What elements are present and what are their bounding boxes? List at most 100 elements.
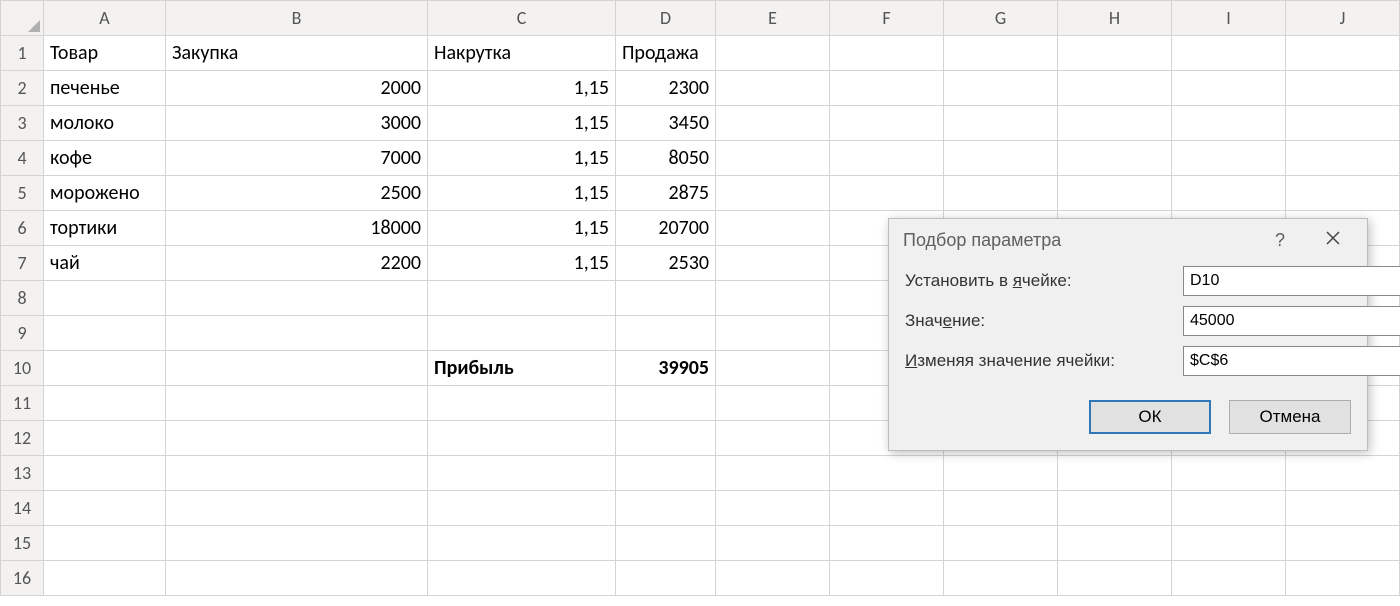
cell-E14[interactable] bbox=[716, 491, 830, 526]
row-header-12[interactable]: 12 bbox=[1, 421, 44, 456]
cell-H1[interactable] bbox=[1058, 36, 1172, 71]
cell-B1[interactable]: Закупка bbox=[166, 36, 428, 71]
cell-B7[interactable]: 2200 bbox=[166, 246, 428, 281]
cell-E12[interactable] bbox=[716, 421, 830, 456]
ok-button[interactable]: ОК bbox=[1089, 400, 1211, 434]
cell-D14[interactable] bbox=[616, 491, 716, 526]
cell-E6[interactable] bbox=[716, 211, 830, 246]
cell-B11[interactable] bbox=[166, 386, 428, 421]
help-icon[interactable]: ? bbox=[1267, 230, 1293, 251]
cell-B14[interactable] bbox=[166, 491, 428, 526]
cell-E7[interactable] bbox=[716, 246, 830, 281]
select-all-corner[interactable] bbox=[1, 1, 44, 36]
row-header-5[interactable]: 5 bbox=[1, 176, 44, 211]
cell-F2[interactable] bbox=[830, 71, 944, 106]
cell-E9[interactable] bbox=[716, 316, 830, 351]
cell-G5[interactable] bbox=[944, 176, 1058, 211]
cell-C16[interactable] bbox=[428, 561, 616, 596]
cell-C3[interactable]: 1,15 bbox=[428, 106, 616, 141]
cell-C15[interactable] bbox=[428, 526, 616, 561]
col-header-A[interactable]: A bbox=[44, 1, 166, 36]
cell-D12[interactable] bbox=[616, 421, 716, 456]
row-header-16[interactable]: 16 bbox=[1, 561, 44, 596]
cell-C14[interactable] bbox=[428, 491, 616, 526]
cell-A12[interactable] bbox=[44, 421, 166, 456]
cell-D3[interactable]: 3450 bbox=[616, 106, 716, 141]
col-header-B[interactable]: B bbox=[166, 1, 428, 36]
cell-G2[interactable] bbox=[944, 71, 1058, 106]
cell-A15[interactable] bbox=[44, 526, 166, 561]
cell-B15[interactable] bbox=[166, 526, 428, 561]
row-header-1[interactable]: 1 bbox=[1, 36, 44, 71]
cell-C5[interactable]: 1,15 bbox=[428, 176, 616, 211]
row-header-4[interactable]: 4 bbox=[1, 141, 44, 176]
cell-I13[interactable] bbox=[1172, 456, 1286, 491]
cell-C7[interactable]: 1,15 bbox=[428, 246, 616, 281]
row-header-15[interactable]: 15 bbox=[1, 526, 44, 561]
cell-F14[interactable] bbox=[830, 491, 944, 526]
cell-J3[interactable] bbox=[1286, 106, 1400, 141]
cell-C4[interactable]: 1,15 bbox=[428, 141, 616, 176]
cell-A8[interactable] bbox=[44, 281, 166, 316]
cell-C9[interactable] bbox=[428, 316, 616, 351]
cell-E16[interactable] bbox=[716, 561, 830, 596]
cell-J16[interactable] bbox=[1286, 561, 1400, 596]
changing-cell-input[interactable] bbox=[1183, 346, 1400, 376]
col-header-I[interactable]: I bbox=[1172, 1, 1286, 36]
cell-E11[interactable] bbox=[716, 386, 830, 421]
cell-B9[interactable] bbox=[166, 316, 428, 351]
row-header-8[interactable]: 8 bbox=[1, 281, 44, 316]
cell-D9[interactable] bbox=[616, 316, 716, 351]
cell-G3[interactable] bbox=[944, 106, 1058, 141]
cell-E2[interactable] bbox=[716, 71, 830, 106]
cell-B5[interactable]: 2500 bbox=[166, 176, 428, 211]
cell-D8[interactable] bbox=[616, 281, 716, 316]
cell-F15[interactable] bbox=[830, 526, 944, 561]
cell-I14[interactable] bbox=[1172, 491, 1286, 526]
cell-C2[interactable]: 1,15 bbox=[428, 71, 616, 106]
cell-A9[interactable] bbox=[44, 316, 166, 351]
dialog-titlebar[interactable]: Подбор параметра ? bbox=[889, 219, 1367, 258]
row-header-2[interactable]: 2 bbox=[1, 71, 44, 106]
row-header-6[interactable]: 6 bbox=[1, 211, 44, 246]
cell-D1[interactable]: Продажа bbox=[616, 36, 716, 71]
cell-J13[interactable] bbox=[1286, 456, 1400, 491]
row-header-7[interactable]: 7 bbox=[1, 246, 44, 281]
cell-A10[interactable] bbox=[44, 351, 166, 386]
cell-F13[interactable] bbox=[830, 456, 944, 491]
cell-J1[interactable] bbox=[1286, 36, 1400, 71]
cancel-button[interactable]: Отмена bbox=[1229, 400, 1351, 434]
cell-C13[interactable] bbox=[428, 456, 616, 491]
cell-B13[interactable] bbox=[166, 456, 428, 491]
cell-A3[interactable]: молоко bbox=[44, 106, 166, 141]
cell-A6[interactable]: тортики bbox=[44, 211, 166, 246]
cell-B6[interactable]: 18000 bbox=[166, 211, 428, 246]
cell-D13[interactable] bbox=[616, 456, 716, 491]
cell-I16[interactable] bbox=[1172, 561, 1286, 596]
cell-A13[interactable] bbox=[44, 456, 166, 491]
cell-E4[interactable] bbox=[716, 141, 830, 176]
cell-F16[interactable] bbox=[830, 561, 944, 596]
cell-A2[interactable]: печенье bbox=[44, 71, 166, 106]
row-header-9[interactable]: 9 bbox=[1, 316, 44, 351]
cell-A4[interactable]: кофе bbox=[44, 141, 166, 176]
row-header-10[interactable]: 10 bbox=[1, 351, 44, 386]
cell-H13[interactable] bbox=[1058, 456, 1172, 491]
cell-G4[interactable] bbox=[944, 141, 1058, 176]
cell-C6[interactable]: 1,15 bbox=[428, 211, 616, 246]
cell-J14[interactable] bbox=[1286, 491, 1400, 526]
col-header-F[interactable]: F bbox=[830, 1, 944, 36]
cell-A14[interactable] bbox=[44, 491, 166, 526]
cell-C8[interactable] bbox=[428, 281, 616, 316]
cell-I5[interactable] bbox=[1172, 176, 1286, 211]
cell-B3[interactable]: 3000 bbox=[166, 106, 428, 141]
close-icon[interactable] bbox=[1293, 229, 1353, 252]
cell-H15[interactable] bbox=[1058, 526, 1172, 561]
cell-C1[interactable]: Накрутка bbox=[428, 36, 616, 71]
cell-H5[interactable] bbox=[1058, 176, 1172, 211]
cell-I2[interactable] bbox=[1172, 71, 1286, 106]
cell-E13[interactable] bbox=[716, 456, 830, 491]
col-header-H[interactable]: H bbox=[1058, 1, 1172, 36]
cell-J2[interactable] bbox=[1286, 71, 1400, 106]
cell-E8[interactable] bbox=[716, 281, 830, 316]
